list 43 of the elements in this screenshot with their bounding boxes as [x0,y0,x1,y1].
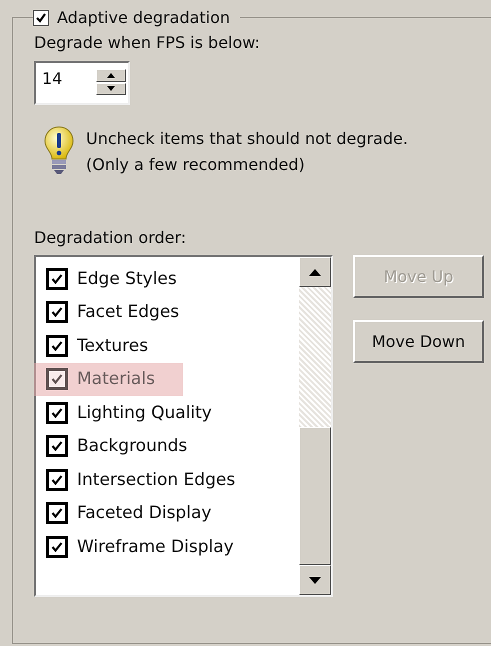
checkbox[interactable] [46,435,68,458]
group-title: Adaptive degradation [57,8,230,27]
scroll-up-icon[interactable] [299,257,331,287]
checkmark-icon [50,439,64,454]
checkmark-icon [50,540,64,554]
list-item[interactable]: Edge Styles [46,262,177,296]
move-button[interactable]: Move Down [353,320,484,363]
threshold-label: Degrade when FPS is below: [34,33,261,52]
fps-spinner[interactable]: 14 [34,61,130,105]
checkbox[interactable] [33,10,49,26]
checkmark-icon [50,305,64,320]
checkbox[interactable] [46,502,68,524]
list-item[interactable]: Intersection Edges [46,463,236,496]
spin-down-icon[interactable] [96,82,126,95]
scroll-down-icon[interactable] [299,565,331,595]
list-item[interactable]: Facet Edges [46,296,180,329]
checkmark-icon [50,272,64,286]
order-label: Degradation order: [34,228,188,247]
checkmark-icon [50,372,64,386]
checkbox[interactable] [46,334,68,357]
list-item[interactable]: Wireframe Display [46,530,234,564]
spin-up-icon[interactable] [96,69,126,82]
hint-text: Uncheck items that should not degrade. [86,128,408,150]
checkbox[interactable] [46,368,68,390]
list-item[interactable]: Faceted Display [46,496,212,530]
checkbox[interactable] [46,268,68,290]
list-item[interactable]: Materials [34,362,183,396]
lightbulb-icon [44,125,74,175]
checkbox[interactable] [46,402,68,424]
list-item[interactable]: Textures [46,329,148,362]
checkbox[interactable] [46,468,68,491]
checkbox[interactable] [46,536,68,558]
scroll-thumb[interactable] [299,427,331,565]
list-item[interactable]: Backgrounds [46,430,188,463]
checkmark-icon [50,338,64,353]
scrollbar[interactable] [299,257,331,595]
checkmark-icon [35,12,47,24]
checkmark-icon [50,406,64,420]
checkbox[interactable] [46,301,68,324]
list-item[interactable]: Lighting Quality [46,396,212,430]
checkmark-icon [50,472,64,487]
checkmark-icon [50,506,64,520]
hint-text: (Only a few recommended) [86,154,306,176]
